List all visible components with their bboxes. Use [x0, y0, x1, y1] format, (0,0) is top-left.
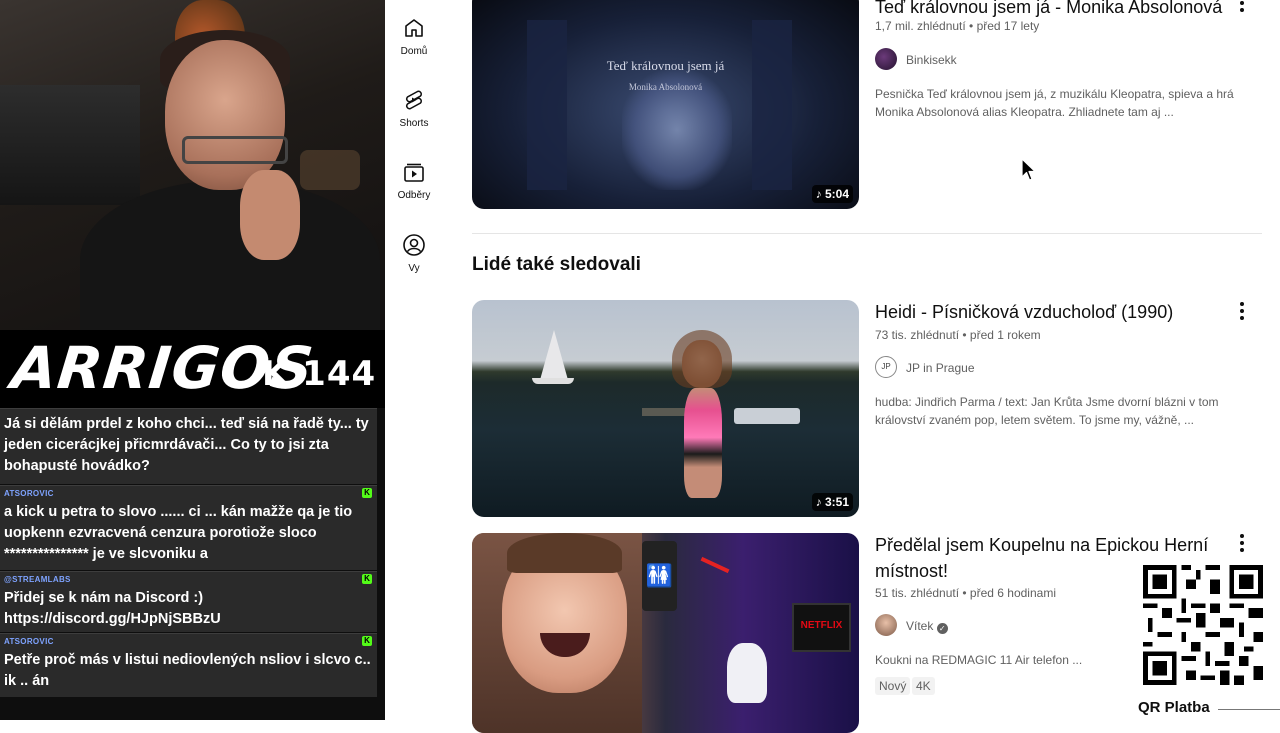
more-actions-icon[interactable]	[1236, 302, 1248, 322]
chat-message-text: a kick u petra to slovo ...... ci ... ká…	[4, 504, 353, 562]
chat-message: ATSOROVIC K a kick u petra to slovo ....…	[0, 485, 377, 570]
video-meta: 1,7 mil. zhlédnutí • před 17 lety	[875, 19, 1040, 33]
chat-message: ATSOROVIC K Petře proč más v listui nedi…	[0, 633, 377, 697]
netflix-logo: NETFLIX	[800, 620, 843, 631]
badge-4k: 4K	[912, 677, 935, 695]
chat-username: @STREAMLABS	[4, 575, 71, 584]
section-heading: Lidé také sledovali	[472, 254, 641, 275]
chat-message-text: Přidej se k nám na Discord :) https://di…	[4, 590, 221, 627]
duration-text: 3:51	[824, 495, 849, 509]
section-divider	[472, 233, 1262, 234]
shorts-icon	[406, 90, 422, 110]
video-thumbnail[interactable]: Teď královnou jsem já Monika Absolonová …	[472, 0, 859, 209]
channel-name: Vítek ✓	[906, 619, 948, 634]
video-description: Pesnička Teď královnou jsem já, z muziká…	[875, 87, 1234, 119]
chat-message-text: Já si dělám prdel z koho chci... teď siá…	[4, 416, 369, 474]
nav-label: Odběry	[397, 190, 431, 201]
video-meta: 73 tis. zhlédnutí • před 1 rokem	[875, 328, 1041, 342]
video-duration: ♪ 3:51	[811, 493, 853, 511]
thumb-boat	[734, 408, 800, 424]
duration-text: 5:04	[824, 187, 849, 201]
video-thumbnail[interactable]: ♪ 3:51	[472, 300, 859, 517]
thumb-toilet	[727, 643, 767, 703]
account-icon	[403, 234, 425, 256]
video-meta: 51 tis. zhlédnutí • před 6 hodinami	[875, 586, 1056, 600]
webcam-shelf	[0, 85, 140, 205]
thumb-woman-body	[684, 388, 722, 498]
more-actions-icon[interactable]	[1236, 0, 1248, 14]
nav-label: Domů	[400, 46, 428, 57]
chat-panel: Já si dělám prdel z koho chci... teď siá…	[0, 408, 385, 720]
video-title[interactable]: Teď královnou jsem já - Monika Absolonov…	[875, 0, 1222, 20]
mini-guide: Domů Shorts Odběry Vy	[385, 0, 443, 720]
nav-label: Shorts	[399, 118, 429, 129]
chat-message-text: Petře proč más v listui nediovlených nsl…	[4, 652, 371, 689]
channel-name: Binkisekk	[906, 53, 957, 67]
mouse-cursor-icon	[1021, 158, 1036, 181]
webcam-person-hand	[240, 170, 300, 260]
thumb-curtain-right	[752, 20, 792, 190]
qr-label: QR Platba	[1138, 699, 1210, 716]
channel-avatar	[875, 48, 897, 70]
red-arrow-icon	[700, 556, 730, 574]
kick-badge-icon: K	[362, 574, 372, 584]
thumb-caption-sub: Monika Absolonová	[628, 82, 703, 92]
thumb-man-hair	[507, 533, 622, 573]
stream-overlay: ARRIGOS K 144 Já si dělám prdel z koho c…	[0, 0, 385, 720]
thumb-tv: NETFLIX	[792, 603, 851, 652]
chat-username: ATSOROVIC	[4, 489, 54, 498]
music-note-icon: ♪	[815, 495, 822, 509]
home-icon	[405, 19, 423, 37]
thumb-curtain-left	[527, 20, 567, 190]
webcam-feed	[0, 0, 385, 330]
subscriptions-icon	[404, 163, 424, 182]
video-thumbnail[interactable]: 🚻 NETFLIX	[472, 533, 859, 733]
channel-name: JP in Prague	[906, 361, 975, 375]
nav-item-shorts[interactable]: Shorts	[385, 88, 443, 129]
thumb-boat-hull	[532, 378, 574, 384]
channel-avatar	[875, 614, 897, 636]
webcam-lamp	[300, 150, 360, 190]
video-description: hudba: Jindřich Parma / text: Jan Krůta …	[875, 395, 1219, 427]
kick-badge-icon: K	[362, 636, 372, 646]
video-duration: ♪ 5:04	[811, 185, 853, 203]
chat-username: ATSOROVIC	[4, 637, 54, 646]
kick-badge-icon: K	[362, 488, 372, 498]
chat-message: @STREAMLABS K Přidej se k nám na Discord…	[0, 571, 377, 632]
thumb-sailboat	[540, 330, 568, 380]
restroom-sign-icon: 🚻	[642, 541, 677, 611]
channel-avatar: JP	[875, 356, 897, 378]
webcam-person-glasses	[182, 136, 288, 164]
stream-logo-sub: K 144	[262, 354, 377, 394]
qr-underline	[1218, 709, 1280, 710]
more-actions-icon[interactable]	[1236, 534, 1248, 554]
webcam-person-body	[80, 180, 380, 330]
nav-item-you[interactable]: Vy	[385, 233, 443, 274]
music-note-icon: ♪	[815, 187, 822, 201]
verified-badge-icon: ✓	[936, 623, 948, 634]
nav-label: Vy	[408, 263, 420, 274]
qr-code-icon	[1143, 565, 1263, 685]
nav-item-subscriptions[interactable]: Odběry	[385, 160, 443, 201]
nav-item-home[interactable]: Domů	[385, 16, 443, 57]
badge-new: Nový	[875, 677, 911, 695]
thumb-woman-hair	[672, 330, 732, 388]
webcam-person-head	[165, 40, 285, 190]
channel-name-text: Vítek	[906, 619, 934, 633]
video-title[interactable]: Heidi - Písničková vzducholoď (1990)	[875, 299, 1173, 325]
chat-message: Já si dělám prdel z koho chci... teď siá…	[0, 408, 377, 484]
thumb-caption: Teď královnou jsem já	[606, 58, 725, 73]
